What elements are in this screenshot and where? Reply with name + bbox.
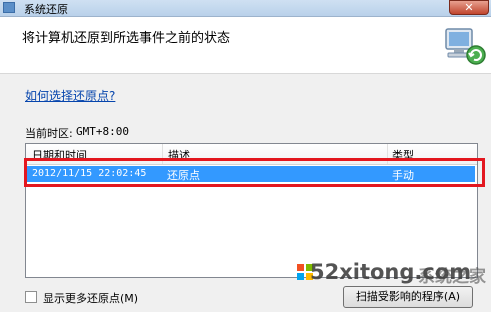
column-header-type[interactable]: 类型 (392, 147, 414, 163)
system-restore-icon (3, 2, 15, 13)
window-title: 系统还原 (24, 3, 68, 16)
header-panel: 将计算机还原到所选事件之前的状态 (0, 17, 491, 74)
close-button[interactable]: ✕ (449, 0, 489, 15)
timezone-value: GMT+8:00 (76, 125, 129, 138)
row-datetime: 2012/11/15 22:02:45 (32, 168, 147, 179)
watermark-cn: 系统之家 (418, 267, 486, 287)
table-row[interactable]: 2012/11/15 22:02:45 还原点 手动 (27, 166, 475, 182)
column-divider[interactable] (162, 144, 163, 164)
table-header: 日期和时间 描述 类型 (26, 144, 477, 165)
timezone-label: 当前时区: (25, 127, 73, 140)
row-type: 手动 (392, 169, 414, 182)
title-bar: 系统还原 ✕ (0, 0, 491, 17)
page-title: 将计算机还原到所选事件之前的状态 (22, 31, 231, 46)
watermark: 52xitong.com 系统之家 (296, 258, 491, 312)
column-header-datetime[interactable]: 日期和时间 (32, 147, 87, 163)
show-more-checkbox[interactable] (25, 291, 37, 303)
column-header-description[interactable]: 描述 (168, 147, 190, 163)
column-divider[interactable] (387, 144, 388, 164)
computer-restore-icon (445, 28, 486, 65)
help-link[interactable]: 如何选择还原点? (25, 87, 115, 104)
row-description: 还原点 (167, 169, 200, 182)
show-more-label[interactable]: 显示更多还原点(M) (43, 290, 138, 306)
